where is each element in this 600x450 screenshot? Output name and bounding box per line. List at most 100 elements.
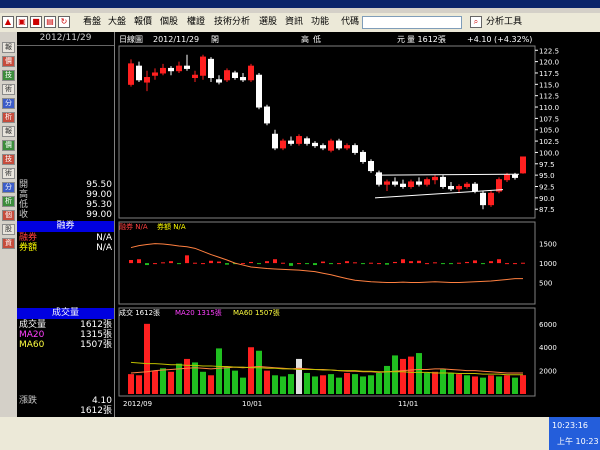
menu-market[interactable]: 大盤 <box>108 16 126 29</box>
chart-header-prefix: 日線圖 <box>119 34 143 44</box>
x-label-oct: 10/01 <box>242 400 262 408</box>
volume-bar <box>320 375 326 394</box>
refresh-icon[interactable]: ↻ <box>58 16 70 28</box>
chart-header-volume: 量 1612張 <box>407 35 446 44</box>
left-tab-11[interactable]: 分 <box>2 182 15 193</box>
chart-marks: 122.5 120.0 117.5 115.0 112.5 110.0 107.5 105.0… <box>118 45 559 397</box>
candle-body <box>432 176 438 181</box>
volume-bar <box>232 370 238 394</box>
volume-bar <box>392 355 398 394</box>
margin-bar <box>385 263 389 265</box>
candle-body <box>136 65 142 81</box>
x-label-sep: 2012/09 <box>123 400 152 408</box>
left-tab-2[interactable]: 價 <box>2 56 15 67</box>
left-tab-14[interactable]: 股 <box>2 224 15 235</box>
menu-quote[interactable]: 報價 <box>134 16 152 29</box>
volume-legend-c: MA60 1507張 <box>233 309 280 317</box>
margin-bar <box>257 263 261 265</box>
tray-time-detailed: 10:23:16 <box>552 421 588 430</box>
candle-body <box>216 79 222 83</box>
volume-bar <box>248 347 254 394</box>
candle-body <box>368 161 374 172</box>
candle-body <box>128 63 134 85</box>
volume-row-total: 成交量 1612張 <box>19 320 112 330</box>
candle-body <box>328 140 334 151</box>
margin-row-amount: 券額 N/A <box>19 243 112 253</box>
margin-bar <box>273 259 277 264</box>
margin-bar <box>393 261 397 264</box>
margin-bar <box>185 255 189 264</box>
left-tab-9[interactable]: 技 <box>2 154 15 165</box>
app-icon[interactable]: ▲ <box>2 16 14 28</box>
chart-header-change: +4.10 (+4.32%) <box>467 35 532 44</box>
left-tab-15[interactable]: 資 <box>2 238 15 249</box>
menu-analysis-tools[interactable]: 分析工具 <box>486 16 522 29</box>
left-tab-3[interactable]: 技 <box>2 70 15 81</box>
price-axis-label: 120.0 <box>539 59 559 67</box>
menu-warrant[interactable]: 權證 <box>187 16 205 29</box>
save-icon[interactable]: ■ <box>30 16 42 28</box>
margin-bar <box>369 262 373 264</box>
open-icon[interactable]: ▣ <box>16 16 28 28</box>
menu-technical[interactable]: 技術分析 <box>214 16 250 29</box>
menu-watch[interactable]: 看盤 <box>83 16 101 29</box>
left-tab-4[interactable]: 術 <box>2 84 15 95</box>
left-tab-8[interactable]: 價 <box>2 140 15 151</box>
left-tab-7[interactable]: 報 <box>2 126 15 137</box>
volume-bar <box>256 350 262 394</box>
volume-bar <box>136 375 142 394</box>
margin-bar <box>169 261 173 264</box>
print-icon[interactable]: ▤ <box>44 16 56 28</box>
volume-bar <box>328 374 334 394</box>
left-tab-5[interactable]: 分 <box>2 98 15 109</box>
left-tab-1[interactable]: 報 <box>2 42 15 53</box>
quote-label: 開 <box>19 180 29 190</box>
menu-function[interactable]: 功能 <box>311 16 329 29</box>
margin-axis-label: 1000 <box>539 260 557 268</box>
volume-bar <box>456 374 462 394</box>
toolbar: ▲ ▣ ■ ▤ ↻ 看盤 大盤 報價 個股 權證 技術分析 選股 資訊 功能 代… <box>0 13 600 33</box>
left-tab-12[interactable]: 析 <box>2 196 15 207</box>
left-tab-13[interactable]: 個 <box>2 210 15 221</box>
volume-bar <box>416 353 422 394</box>
margin-bar <box>441 263 445 265</box>
margin-bar <box>329 263 333 265</box>
chart-area[interactable]: 日線圖 2012/11/29 開 高 低 元 量 1612張 +4.10 (+4… <box>115 32 600 420</box>
margin-bar <box>289 263 293 266</box>
margin-bar <box>297 263 301 265</box>
tray-clock[interactable]: 上午 10:23 <box>557 436 599 447</box>
volume-bar <box>272 375 278 394</box>
volume-bar <box>336 377 342 394</box>
stock-code-input[interactable] <box>362 16 462 29</box>
volume-bar <box>240 377 246 394</box>
price-axis-label: 87.5 <box>539 206 555 214</box>
left-tab-10[interactable]: 術 <box>2 168 15 179</box>
price-axis-label: 110.0 <box>539 104 559 112</box>
quote-row-low: 低 95.30 <box>19 200 112 210</box>
margin-bar <box>129 260 133 264</box>
info-panel: 2012/11/29 開 95.50 高 99.00 低 95.30 收 99.… <box>17 32 115 417</box>
quote-value: 95.30 <box>86 200 112 210</box>
chart-svg: 日線圖 2012/11/29 開 高 低 元 量 1612張 +4.10 (+4… <box>118 34 559 408</box>
margin-bar <box>505 263 509 265</box>
menu-info[interactable]: 資訊 <box>285 16 303 29</box>
quote-label: 低 <box>19 200 29 210</box>
volume-bar <box>200 371 206 394</box>
volume-bar <box>352 374 358 394</box>
search-icon[interactable]: ⌕ <box>470 16 482 28</box>
quote-row-high: 高 99.00 <box>19 190 112 200</box>
candle-body <box>152 72 158 76</box>
volume-bar <box>504 375 510 394</box>
system-tray: 10:23:16 上午 10:23 <box>549 417 600 450</box>
candle-body <box>224 70 230 81</box>
candle-body <box>144 77 150 83</box>
menu-screener[interactable]: 選股 <box>259 16 277 29</box>
price-axis-label: 117.5 <box>539 70 559 78</box>
volume-bar <box>520 375 526 394</box>
margin-label: 券額 <box>19 243 38 253</box>
quote-value: 99.00 <box>86 190 112 200</box>
margin-bar <box>281 262 285 264</box>
candle-body <box>280 140 286 149</box>
left-tab-6[interactable]: 析 <box>2 112 15 123</box>
menu-stock[interactable]: 個股 <box>160 16 178 29</box>
